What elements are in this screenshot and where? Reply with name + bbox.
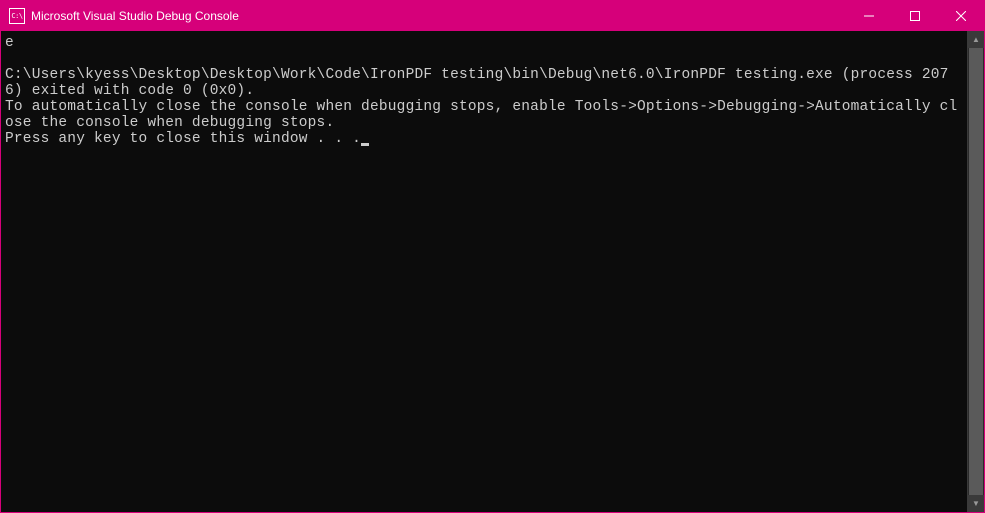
vertical-scrollbar[interactable]: ▲ ▼: [967, 31, 984, 512]
text-cursor: [361, 143, 369, 146]
scroll-up-button[interactable]: ▲: [968, 31, 984, 48]
close-button[interactable]: [938, 1, 984, 31]
window-title: Microsoft Visual Studio Debug Console: [31, 9, 239, 23]
scroll-thumb[interactable]: [969, 48, 983, 495]
scroll-down-button[interactable]: ▼: [968, 495, 984, 512]
console-line: To automatically close the console when …: [5, 99, 957, 131]
close-icon: [956, 11, 966, 21]
maximize-button[interactable]: [892, 1, 938, 31]
console-line: e: [5, 35, 14, 51]
minimize-button[interactable]: [846, 1, 892, 31]
console-line: Press any key to close this window . . .: [5, 131, 361, 147]
maximize-icon: [910, 11, 920, 21]
scroll-track[interactable]: [968, 48, 984, 495]
content-area: e C:\Users\kyess\Desktop\Desktop\Work\Co…: [1, 31, 984, 512]
console-output[interactable]: e C:\Users\kyess\Desktop\Desktop\Work\Co…: [1, 31, 967, 512]
console-line: C:\Users\kyess\Desktop\Desktop\Work\Code…: [5, 67, 949, 99]
console-window: C:\ Microsoft Visual Studio Debug Consol…: [0, 0, 985, 513]
titlebar[interactable]: C:\ Microsoft Visual Studio Debug Consol…: [1, 1, 984, 31]
minimize-icon: [864, 11, 874, 21]
app-icon: C:\: [9, 8, 25, 24]
